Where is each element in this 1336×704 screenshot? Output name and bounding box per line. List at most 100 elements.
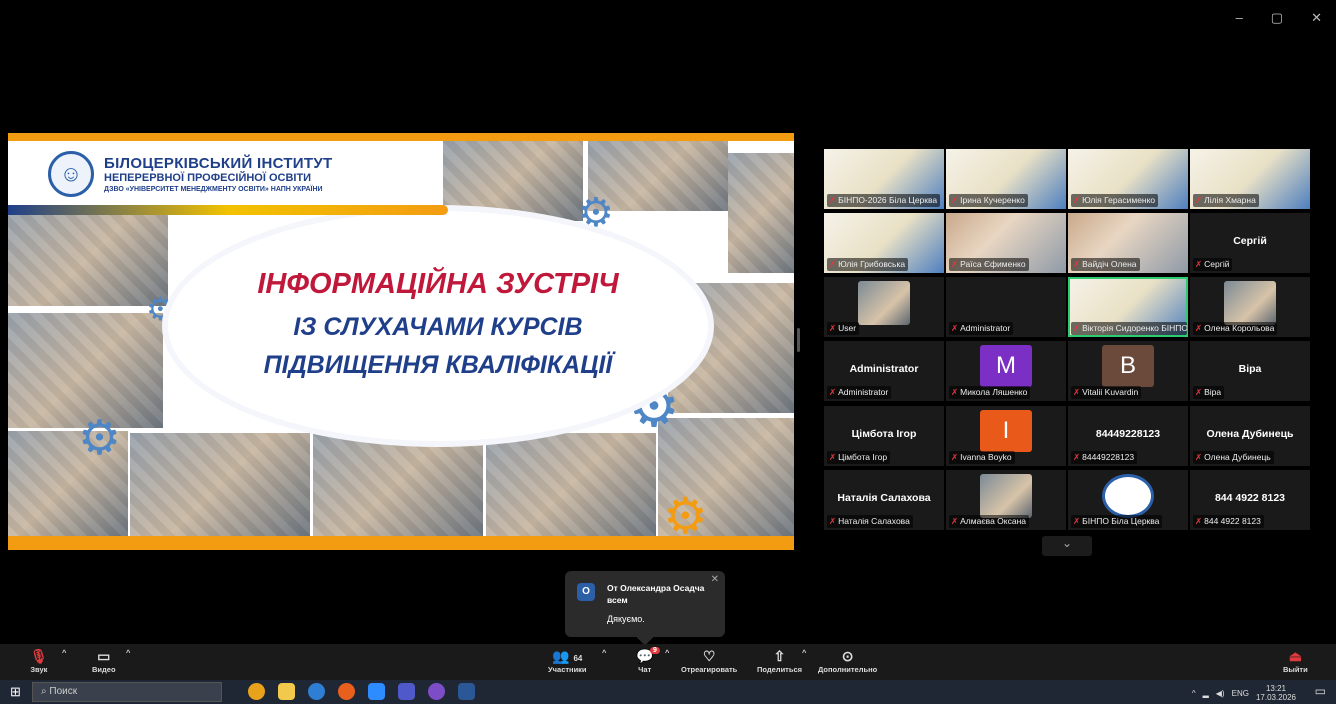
participant-tile[interactable]: ✗ БІНПО Біла Церква [1068, 470, 1188, 530]
logo-underline [8, 205, 448, 215]
taskbar-search-field[interactable]: ⌕ Поиск [32, 682, 222, 702]
mic-muted-icon: ✗ [951, 195, 959, 205]
slide-photo [486, 433, 656, 536]
input-language[interactable]: ENG [1232, 689, 1249, 698]
mic-muted-icon: ✗ [1195, 323, 1203, 333]
participant-photo [1224, 281, 1276, 325]
participant-tile[interactable]: ✗ Олена Корольова [1190, 277, 1310, 337]
participant-tile[interactable]: ✗ Вікторія Сидоренко БІНПО [1068, 277, 1188, 337]
more-label: Дополнительно [818, 665, 878, 674]
gallery-scroll-down-button[interactable]: ⌄ [1042, 536, 1092, 556]
mic-muted-icon: ✗ [1195, 387, 1203, 397]
audio-label: Звук [30, 665, 48, 674]
audio-options-caret[interactable]: ^ [62, 648, 66, 657]
split-view-handle[interactable] [797, 328, 800, 352]
participants-button[interactable]: 👥 64 Участники [548, 648, 587, 674]
participant-tile[interactable]: Віра ✗ Віра [1190, 341, 1310, 401]
participant-tile[interactable]: ✗ БІНПО-2026 Біла Церква [824, 149, 944, 209]
pinned-apps [248, 683, 475, 700]
video-options-caret[interactable]: ^ [126, 648, 130, 657]
participant-name-label: ✗ Олена Дубинець [1193, 451, 1274, 464]
edge-icon[interactable] [308, 683, 325, 700]
mic-muted-icon: ✗ [829, 195, 837, 205]
network-icon[interactable]: ▂ [1203, 689, 1209, 698]
chat-button[interactable]: 💬 9 Чат [636, 647, 660, 674]
participant-name-label: ✗ 844 4922 8123 [1193, 515, 1264, 528]
restore-button[interactable]: ▢ [1271, 10, 1283, 26]
participant-name-label: ✗ Юлія Герасименко [1071, 194, 1159, 207]
participant-tile[interactable]: ✗ Administrator [946, 277, 1066, 337]
participants-options-caret[interactable]: ^ [602, 648, 606, 657]
viber-icon[interactable] [428, 683, 445, 700]
institute-logo-block: ☺ БІЛОЦЕРКІВСЬКИЙ ІНСТИТУТ НЕПЕРЕРВНОЇ П… [48, 151, 332, 197]
share-options-caret[interactable]: ^ [802, 648, 806, 657]
participant-tile[interactable]: Олена Дубинець ✗ Олена Дубинець [1190, 406, 1310, 466]
participant-tile[interactable]: Цімбота Ігор ✗ Цімбота Ігор [824, 406, 944, 466]
mic-muted-icon: ✗ [951, 387, 959, 397]
participant-tile[interactable]: 84449228123 ✗ 84449228123 [1068, 406, 1188, 466]
participant-tile[interactable]: ✗ Алмаєва Оксана [946, 470, 1066, 530]
slide-title-line3: ПІДВИЩЕННЯ КВАЛІФІКАЦІЇ [263, 351, 613, 379]
share-screen-button[interactable]: ⇧ Поделиться [757, 648, 802, 674]
slide-top-stripe [8, 133, 794, 141]
minimize-button[interactable]: – [1236, 10, 1243, 26]
slide-title-line1: ІНФОРМАЦІЙНА ЗУСТРІЧ [257, 268, 619, 300]
slide-bottom-stripe [8, 536, 794, 550]
participant-tile[interactable]: ✗ Ірина Кучеренко [946, 149, 1066, 209]
participant-name: Микола Ляшенко [960, 387, 1028, 397]
participant-name-label: ✗ Алмаєва Оксана [949, 515, 1029, 528]
chrome-icon[interactable] [248, 683, 265, 700]
clock-time: 13:21 [1265, 684, 1286, 693]
firefox-icon[interactable] [338, 683, 355, 700]
participant-tile[interactable]: Сергій ✗ Сергій [1190, 213, 1310, 273]
participant-name-label: ✗ Вайдіч Олена [1071, 258, 1140, 271]
participant-tile[interactable]: ✗ Раїса Єфименко [946, 213, 1066, 273]
participant-tile[interactable]: ✗ Лілія Хмарна [1190, 149, 1310, 209]
video-button[interactable]: ▭ Видео [92, 648, 116, 674]
clock[interactable]: 13:21 17.03.2026 [1256, 684, 1296, 702]
participant-name-label: ✗ Лілія Хмарна [1193, 194, 1259, 207]
participant-name: Сергій [1204, 259, 1230, 269]
more-button[interactable]: ⊙ Дополнительно [818, 648, 877, 674]
zoom-icon[interactable] [368, 683, 385, 700]
word-icon[interactable] [458, 683, 475, 700]
audio-button[interactable]: 🎙 Звук [30, 648, 48, 674]
file-explorer-icon[interactable] [278, 683, 295, 700]
participant-tile[interactable]: ✗ Юлія Герасименко [1068, 149, 1188, 209]
participant-tile[interactable]: I ✗ Ivanna Boyko [946, 406, 1066, 466]
participant-name: Administrator [838, 387, 889, 397]
reactions-label: Отреагировать [681, 665, 738, 674]
participant-display-name: Олена Дубинець [1206, 428, 1294, 440]
participant-tile[interactable]: ✗ Вайдіч Олена [1068, 213, 1188, 273]
chat-unread-badge: 9 [650, 647, 660, 654]
participant-name: Алмаєва Оксана [960, 516, 1026, 526]
participant-name-label: ✗ Наталія Салахова [827, 515, 913, 528]
participant-tile[interactable]: B ✗ Vitalii Kuvardin [1068, 341, 1188, 401]
reactions-button[interactable]: ♡ Отреагировать [681, 648, 737, 674]
participant-tile[interactable]: ✗ User [824, 277, 944, 337]
mic-muted-icon: ✗ [829, 387, 837, 397]
participant-tile[interactable]: ✗ Юлія Грибовська [824, 213, 944, 273]
participant-tile[interactable]: Administrator ✗ Administrator [824, 341, 944, 401]
participant-tile[interactable]: M ✗ Микола Ляшенко [946, 341, 1066, 401]
close-icon[interactable]: ✕ [711, 574, 719, 585]
volume-icon[interactable]: ◀) [1216, 689, 1225, 698]
participant-name: Віра [1204, 387, 1222, 397]
windows-start-icon[interactable]: ⊞ [10, 684, 21, 700]
tray-expand-icon[interactable]: ^ [1192, 689, 1196, 698]
leave-button[interactable]: ⏏ Выйти [1283, 648, 1308, 674]
window-controls: – ▢ ✕ [1236, 10, 1322, 26]
teams-icon[interactable] [398, 683, 415, 700]
mic-muted-icon: ✗ [1195, 259, 1203, 269]
participant-tile[interactable]: 844 4922 8123 ✗ 844 4922 8123 [1190, 470, 1310, 530]
slide-photo [728, 153, 794, 273]
participant-name: Олена Дубинець [1204, 452, 1271, 462]
chat-options-caret[interactable]: ^ [665, 648, 669, 657]
chat-notification[interactable]: O От Олександра Осадча всем Дякуємо. ✕ [565, 571, 725, 646]
slide-photo [130, 433, 310, 536]
participant-display-name: 844 4922 8123 [1214, 492, 1286, 504]
participants-label: Участники [548, 665, 587, 674]
notification-center-icon[interactable]: ▭ [1315, 684, 1326, 698]
participant-tile[interactable]: Наталія Салахова ✗ Наталія Салахова [824, 470, 944, 530]
close-button[interactable]: ✕ [1311, 10, 1322, 26]
